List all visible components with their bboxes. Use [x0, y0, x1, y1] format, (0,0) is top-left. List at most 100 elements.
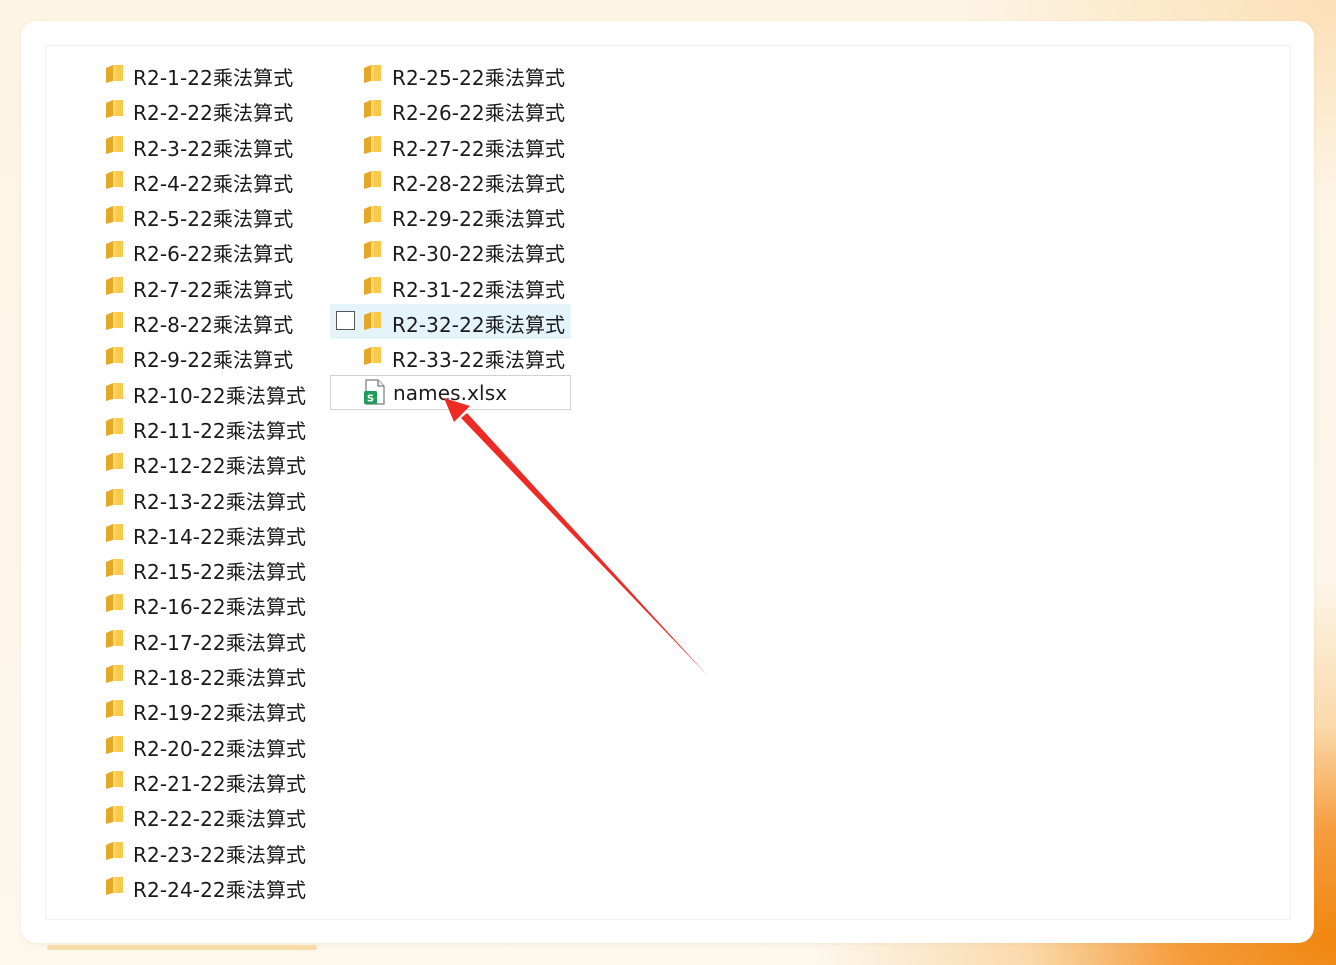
- folder-item[interactable]: R2-29-22乘法算式: [330, 198, 571, 233]
- scrollbar-track: [47, 945, 317, 950]
- folder-icon: [106, 629, 123, 648]
- folder-name-label: R2-24-22乘法算式: [133, 877, 307, 902]
- folder-name-label: R2-1-22乘法算式: [133, 66, 294, 90]
- folder-item[interactable]: R2-30-22乘法算式: [330, 233, 571, 268]
- folder-icon: [106, 276, 123, 295]
- folder-icon: [106, 65, 123, 83]
- folder-icon: [364, 65, 381, 83]
- folder-icon: [106, 453, 123, 472]
- folder-icon: [364, 312, 381, 331]
- folder-name-label: R2-20-22乘法算式: [133, 736, 307, 761]
- folder-item[interactable]: R2-31-22乘法算式: [330, 269, 571, 304]
- file-item-names-xlsx[interactable]: S names.xlsx: [330, 374, 571, 410]
- folder-name-label: R2-28-22乘法算式: [392, 171, 566, 196]
- folder-name-label: R2-4-22乘法算式: [133, 171, 294, 196]
- folder-name-label: R2-22-22乘法算式: [133, 807, 307, 832]
- folder-name-label: R2-21-22乘法算式: [133, 771, 307, 796]
- folder-item[interactable]: R2-2-22乘法算式: [100, 92, 320, 127]
- folder-name-label: R2-6-22乘法算式: [133, 242, 294, 267]
- folder-name-label: R2-7-22乘法算式: [133, 277, 294, 302]
- folder-icon: [106, 876, 123, 895]
- folder-icon: [106, 523, 123, 542]
- folder-item[interactable]: R2-26-22乘法算式: [330, 92, 571, 127]
- folder-icon: [364, 241, 381, 260]
- folder-item[interactable]: R2-11-22乘法算式: [100, 410, 320, 445]
- folder-icon: [106, 347, 123, 366]
- folder-name-label: R2-9-22乘法算式: [133, 348, 294, 373]
- spreadsheet-icon: S: [364, 379, 385, 405]
- folder-name-label: R2-32-22乘法算式: [392, 313, 566, 338]
- folder-name-label: R2-12-22乘法算式: [133, 454, 307, 479]
- folder-item[interactable]: R2-1-22乘法算式: [100, 57, 320, 92]
- folder-icon: [106, 594, 123, 613]
- folder-icon: [106, 135, 123, 154]
- folder-icon: [106, 382, 123, 401]
- folder-item[interactable]: R2-8-22乘法算式: [100, 304, 320, 339]
- folder-name-label: R2-11-22乘法算式: [133, 418, 307, 443]
- folder-item[interactable]: R2-13-22乘法算式: [100, 481, 320, 516]
- svg-text:S: S: [367, 393, 374, 404]
- file-column-left: R2-1-22乘法算式 R2-2-22乘法算式 R2-3-22乘法算式 R2-4…: [100, 57, 320, 904]
- folder-name-label: R2-16-22乘法算式: [133, 595, 307, 620]
- folder-item[interactable]: R2-15-22乘法算式: [100, 551, 320, 586]
- folder-item[interactable]: R2-20-22乘法算式: [100, 728, 320, 763]
- folder-item[interactable]: R2-7-22乘法算式: [100, 269, 320, 304]
- folder-item[interactable]: R2-32-22乘法算式: [330, 304, 571, 340]
- folder-icon: [106, 665, 123, 684]
- folder-name-label: R2-29-22乘法算式: [392, 207, 566, 232]
- folder-item[interactable]: R2-12-22乘法算式: [100, 445, 320, 480]
- folder-name-label: R2-31-22乘法算式: [392, 277, 566, 302]
- file-column-right: R2-25-22乘法算式 R2-26-22乘法算式 R2-27-22乘法算式 R…: [330, 57, 571, 410]
- folder-name-label: R2-17-22乘法算式: [133, 630, 307, 655]
- folder-name-label: R2-30-22乘法算式: [392, 242, 566, 267]
- folder-name-label: R2-26-22乘法算式: [392, 101, 566, 126]
- folder-item[interactable]: R2-9-22乘法算式: [100, 339, 320, 374]
- folder-item[interactable]: R2-3-22乘法算式: [100, 128, 320, 163]
- select-checkbox[interactable]: [336, 311, 355, 331]
- folder-item[interactable]: R2-17-22乘法算式: [100, 622, 320, 657]
- folder-name-label: R2-3-22乘法算式: [133, 136, 294, 161]
- folder-name-label: R2-14-22乘法算式: [133, 524, 307, 549]
- folder-item[interactable]: R2-6-22乘法算式: [100, 233, 320, 268]
- folder-name-label: R2-33-22乘法算式: [392, 348, 566, 373]
- folder-icon: [364, 206, 381, 225]
- folder-item[interactable]: R2-23-22乘法算式: [100, 834, 320, 869]
- folder-icon: [364, 135, 381, 154]
- folder-name-label: R2-5-22乘法算式: [133, 207, 294, 232]
- folder-icon: [106, 559, 123, 578]
- folder-icon: [106, 241, 123, 260]
- folder-name-label: R2-13-22乘法算式: [133, 489, 307, 514]
- folder-name-label: R2-15-22乘法算式: [133, 560, 307, 585]
- folder-item[interactable]: R2-24-22乘法算式: [100, 869, 320, 904]
- file-name-label: names.xlsx: [393, 380, 508, 405]
- folder-icon: [106, 170, 123, 189]
- folder-name-label: R2-8-22乘法算式: [133, 313, 294, 338]
- folder-item[interactable]: R2-33-22乘法算式: [330, 339, 571, 374]
- folder-icon: [106, 700, 123, 719]
- folder-item[interactable]: R2-4-22乘法算式: [100, 163, 320, 198]
- folder-item[interactable]: R2-19-22乘法算式: [100, 692, 320, 727]
- folder-name-label: R2-19-22乘法算式: [133, 701, 307, 726]
- folder-item[interactable]: R2-5-22乘法算式: [100, 198, 320, 233]
- folder-item[interactable]: R2-27-22乘法算式: [330, 128, 571, 163]
- folder-item[interactable]: R2-25-22乘法算式: [330, 57, 571, 92]
- folder-icon: [106, 417, 123, 436]
- folder-icon: [106, 735, 123, 754]
- folder-icon: [364, 347, 381, 366]
- folder-icon: [106, 770, 123, 789]
- folder-item[interactable]: R2-10-22乘法算式: [100, 375, 320, 410]
- folder-icon: [106, 806, 123, 825]
- folder-icon: [106, 488, 123, 507]
- folder-item[interactable]: R2-14-22乘法算式: [100, 516, 320, 551]
- folder-item[interactable]: R2-18-22乘法算式: [100, 657, 320, 692]
- folder-icon: [106, 841, 123, 860]
- folder-item[interactable]: R2-21-22乘法算式: [100, 763, 320, 798]
- folder-icon: [364, 100, 381, 119]
- folder-icon: [364, 170, 381, 189]
- folder-name-label: R2-18-22乘法算式: [133, 666, 307, 691]
- folder-item[interactable]: R2-16-22乘法算式: [100, 586, 320, 621]
- folder-item[interactable]: R2-28-22乘法算式: [330, 163, 571, 198]
- folder-item[interactable]: R2-22-22乘法算式: [100, 798, 320, 833]
- folder-icon: [106, 206, 123, 225]
- folder-name-label: R2-27-22乘法算式: [392, 136, 566, 161]
